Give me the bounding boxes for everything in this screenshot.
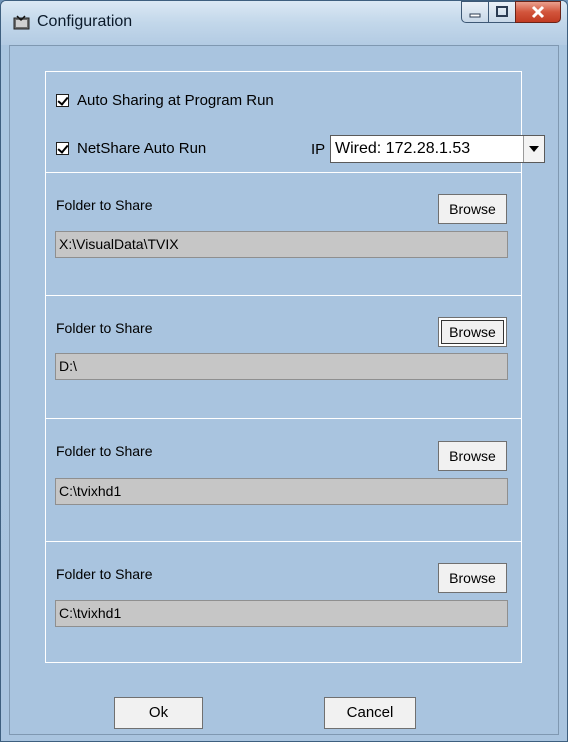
cancel-button[interactable]: Cancel (324, 697, 416, 729)
netshare-row[interactable]: NetShare Auto Run (56, 140, 206, 157)
browse-button[interactable]: Browse (438, 194, 507, 224)
folder-panel: Folder to Share Browse X:\VisualData\TVI… (46, 172, 521, 295)
chevron-down-icon[interactable] (523, 136, 544, 162)
browse-button[interactable]: Browse (438, 317, 507, 347)
netshare-label: NetShare Auto Run (77, 140, 207, 157)
folder-panel: Folder to Share Browse C:\tvixhd1 (46, 418, 521, 541)
folder-label: Folder to Share (56, 320, 153, 336)
maximize-button[interactable] (488, 1, 516, 23)
ip-select[interactable]: Wired: 172.28.1.53 (330, 135, 545, 163)
tools-icon (13, 15, 30, 30)
auto-sharing-checkbox[interactable] (56, 94, 69, 107)
maximize-icon (496, 6, 508, 17)
auto-sharing-row[interactable]: Auto Sharing at Program Run (56, 92, 274, 109)
minimize-button[interactable] (461, 1, 489, 23)
folder-label: Folder to Share (56, 566, 153, 582)
folder-path-field[interactable]: C:\tvixhd1 (55, 600, 508, 627)
auto-sharing-label: Auto Sharing at Program Run (77, 92, 274, 109)
ip-select-value: Wired: 172.28.1.53 (335, 140, 471, 157)
window-title: Configuration (37, 13, 133, 30)
netshare-checkbox[interactable] (56, 142, 69, 155)
browse-button[interactable]: Browse (438, 563, 507, 593)
close-button[interactable] (515, 1, 561, 23)
settings-group: Auto Sharing at Program Run NetShare Aut… (45, 71, 545, 663)
minimize-icon (469, 13, 481, 18)
folder-path-field[interactable]: D:\ (55, 353, 508, 380)
folder-path-field[interactable]: X:\VisualData\TVIX (55, 231, 508, 258)
ok-button[interactable]: Ok (114, 697, 203, 729)
browse-button[interactable]: Browse (438, 441, 507, 471)
dialog-body: Auto Sharing at Program Run NetShare Aut… (9, 45, 559, 735)
folder-label: Folder to Share (56, 197, 153, 213)
folder-path-field[interactable]: C:\tvixhd1 (55, 478, 508, 505)
folder-panel: Folder to Share Browse D:\ (46, 295, 521, 418)
folder-panel: Folder to Share Browse C:\tvixhd1 (46, 541, 521, 662)
options-panel: Auto Sharing at Program Run NetShare Aut… (46, 72, 545, 172)
title-bar[interactable]: Configuration (1, 1, 567, 45)
folder-label: Folder to Share (56, 443, 153, 459)
configuration-window: Configuration Auto Sharing at Program Ru… (0, 0, 568, 742)
close-icon (531, 5, 545, 19)
